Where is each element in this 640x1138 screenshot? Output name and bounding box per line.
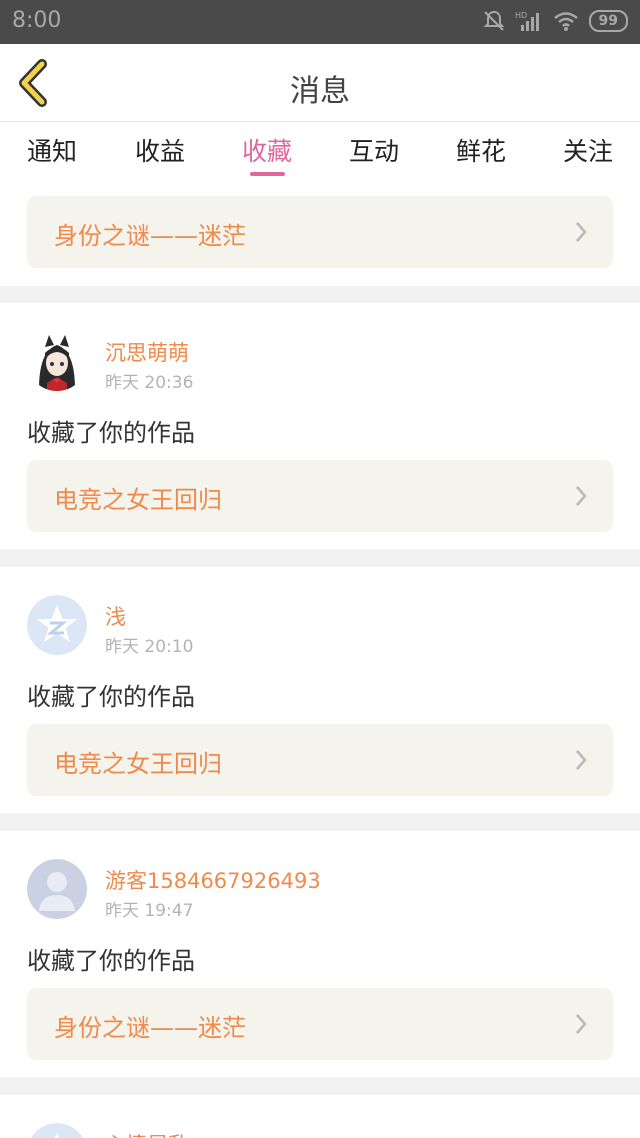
- svg-text:HD: HD: [515, 11, 527, 20]
- message-action: 收藏了你的作品: [27, 419, 195, 447]
- message-action: 收藏了你的作品: [27, 947, 195, 975]
- message-time: 昨天 20:36: [105, 373, 194, 393]
- tab-follows[interactable]: 关注: [563, 132, 613, 168]
- tab-favorites[interactable]: 收藏: [242, 132, 292, 168]
- work-title: 身份之谜——迷茫: [54, 222, 246, 250]
- work-title: 电竞之女王回归: [54, 486, 222, 514]
- work-title: 电竞之女王回归: [54, 750, 222, 778]
- tab-flowers[interactable]: 鲜花: [456, 132, 506, 168]
- active-tab-indicator: [250, 172, 285, 176]
- work-link[interactable]: 身份之谜——迷茫: [27, 196, 613, 268]
- user-name[interactable]: 游客1584667926493: [105, 865, 321, 895]
- chevron-right-icon: [576, 486, 587, 506]
- message-action: 收藏了你的作品: [27, 683, 195, 711]
- tab-bar: 通知 收益 收藏 互动 鲜花 关注: [0, 122, 640, 184]
- work-title: 身份之谜——迷茫: [54, 1014, 246, 1042]
- chevron-right-icon: [576, 1014, 587, 1034]
- mute-bell-icon: [483, 10, 504, 31]
- message-time: 昨天 19:47: [105, 901, 194, 921]
- message-card: 浅 昨天 20:10 收藏了你的作品 电竞之女王回归: [0, 567, 640, 813]
- anime-girl-avatar-icon: [27, 331, 87, 391]
- message-card: 沉思萌萌 昨天 20:36 收藏了你的作品 电竞之女王回归: [0, 303, 640, 549]
- message-card: 心情昼乱: [0, 1095, 640, 1138]
- message-time: 昨天 20:10: [105, 637, 194, 657]
- chevron-right-icon: [576, 750, 587, 770]
- message-card: 游客1584667926493 昨天 19:47 收藏了你的作品 身份之谜——迷…: [0, 831, 640, 1077]
- work-link[interactable]: 电竞之女王回归: [27, 460, 613, 532]
- work-link[interactable]: 身份之谜——迷茫: [27, 988, 613, 1060]
- message-card: 身份之谜——迷茫: [0, 184, 640, 286]
- default-person-avatar-icon: [27, 859, 87, 919]
- tab-notifications[interactable]: 通知: [27, 132, 77, 168]
- wifi-icon: [553, 12, 578, 31]
- status-icons: HD 99: [483, 10, 628, 32]
- status-bar: 8:00 HD 99: [0, 0, 640, 44]
- qzone-star-avatar-icon: [31, 1123, 83, 1138]
- chevron-right-icon: [576, 222, 587, 242]
- tab-earnings[interactable]: 收益: [135, 132, 185, 168]
- tab-interactions[interactable]: 互动: [349, 132, 399, 168]
- qzone-star-avatar-icon: [27, 595, 87, 655]
- hd-signal-icon: HD: [515, 11, 539, 31]
- nav-bar: 消息: [0, 44, 640, 122]
- battery-icon: 99: [588, 10, 628, 32]
- user-avatar[interactable]: [27, 331, 87, 391]
- status-time: 8:00: [12, 8, 62, 33]
- work-link[interactable]: 电竞之女王回归: [27, 724, 613, 796]
- page-title: 消息: [290, 74, 350, 109]
- user-name[interactable]: 浅: [105, 601, 126, 631]
- user-name[interactable]: 心情昼乱: [105, 1129, 189, 1138]
- user-avatar[interactable]: [27, 595, 87, 655]
- user-name[interactable]: 沉思萌萌: [105, 337, 189, 367]
- user-avatar[interactable]: [27, 1123, 87, 1138]
- user-avatar[interactable]: [27, 859, 87, 919]
